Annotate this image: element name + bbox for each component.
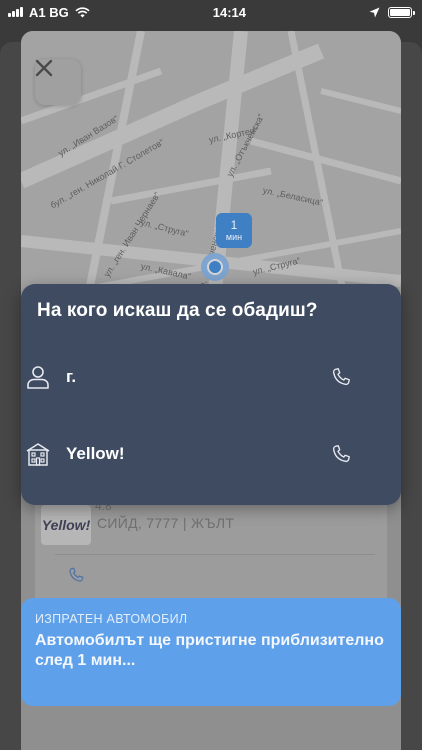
contact-name: г. (66, 367, 77, 386)
ride-status-banner: ИЗПРАТЕН АВТОМОБИЛ Автомобилът ще присти… (21, 598, 401, 706)
car-marker-icon (201, 253, 229, 281)
eta-unit: мин (225, 231, 243, 242)
phone-icon[interactable] (67, 566, 85, 584)
clock: 14:14 (212, 4, 246, 20)
phone-icon[interactable] (330, 443, 352, 465)
eta-value: 1 (230, 217, 238, 232)
call-option-driver[interactable]: г. (0, 352, 380, 402)
status-right (369, 6, 415, 18)
banner-message: Автомобилът ще пристигне приблизително с… (35, 632, 384, 669)
status-bar: A1 BG 14:14 (0, 0, 422, 24)
company-name: Yellow! (66, 444, 125, 463)
building-icon (26, 443, 50, 466)
location-arrow-icon (369, 7, 380, 17)
carrier-label: A1 BG (29, 4, 69, 20)
car-info: СИЙД, 7777 | ЖЪЛТ (97, 515, 235, 531)
close-icon (35, 59, 53, 77)
close-button[interactable] (35, 59, 81, 105)
dialog-title: На кого искаш да се обадиш? (37, 300, 318, 321)
person-icon (27, 366, 49, 389)
call-option-company[interactable]: Yellow! (0, 429, 380, 479)
divider (55, 554, 375, 555)
status-left: A1 BG (8, 5, 90, 20)
signal-icon (8, 7, 23, 17)
banner-label: ИЗПРАТЕН АВТОМОБИЛ (35, 612, 188, 626)
battery-icon (387, 6, 415, 18)
eta-badge: 1 мин (216, 213, 252, 248)
phone-icon[interactable] (330, 366, 352, 388)
company-logo: Yellow! (41, 505, 91, 545)
wifi-icon (75, 6, 90, 17)
